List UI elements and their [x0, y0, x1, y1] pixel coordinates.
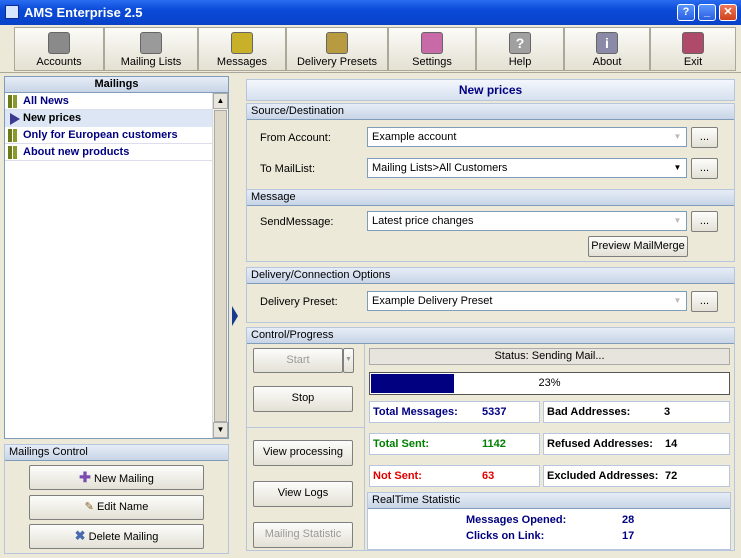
scroll-up-icon[interactable]: ▲: [213, 93, 228, 109]
excluded-addresses-stat: Excluded Addresses: 72: [543, 465, 730, 487]
close-button[interactable]: ✕: [719, 4, 737, 21]
scroll-down-icon[interactable]: ▼: [213, 422, 228, 438]
edit-name-button[interactable]: ✎ Edit Name: [29, 495, 204, 520]
toolbar-exit-button[interactable]: Exit: [650, 27, 736, 71]
mailing-lists-icon: [140, 32, 162, 54]
bad-addresses-stat: Bad Addresses: 3: [543, 401, 730, 423]
mailings-control-title: Mailings Control: [5, 445, 228, 461]
realtime-statistic-panel: RealTime Statistic Messages Opened: 28 C…: [367, 492, 731, 550]
progress-percent: 23%: [538, 377, 561, 389]
toolbar-delivery-presets-button[interactable]: Delivery Presets: [286, 27, 388, 71]
delivery-preset-select[interactable]: Example Delivery Preset ▼: [367, 291, 687, 311]
delete-icon: ✖: [74, 528, 86, 543]
toolbar-messages-button[interactable]: Messages: [198, 27, 286, 71]
toolbar-mailing-lists-button[interactable]: Mailing Lists: [104, 27, 198, 71]
help-window-button[interactable]: ?: [677, 4, 695, 21]
delivery-title: Delivery/Connection Options: [247, 268, 734, 284]
total-sent-stat: Total Sent: 1142: [369, 433, 540, 455]
chevron-down-icon[interactable]: ▼: [669, 128, 686, 146]
chevron-down-icon[interactable]: ▼: [669, 212, 686, 230]
plus-icon: ✚: [79, 469, 91, 485]
message-title: Message: [247, 190, 734, 206]
toolbar: Accounts Mailing Lists Messages Delivery…: [0, 25, 741, 73]
view-logs-button[interactable]: View Logs: [253, 481, 353, 507]
mailing-icon: [8, 95, 12, 108]
start-dropdown-icon[interactable]: ▼: [343, 348, 354, 373]
source-destination-group: Source/Destination From Account: Example…: [246, 103, 735, 192]
control-progress-group: Control/Progress Start ▼ Stop View proce…: [246, 327, 735, 551]
send-message-label: SendMessage:: [260, 216, 334, 228]
preview-mailmerge-button[interactable]: Preview MailMerge: [588, 236, 688, 257]
mailings-control-panel: Mailings Control ✚ New Mailing ✎ Edit Na…: [4, 444, 229, 554]
scrollbar-thumb[interactable]: [214, 110, 227, 422]
control-progress-title: Control/Progress: [247, 328, 734, 344]
mailing-icon: [8, 146, 12, 159]
send-message-browse-button[interactable]: ...: [691, 211, 718, 232]
to-maillist-select[interactable]: Mailing Lists>All Customers ▼: [367, 158, 687, 178]
splitter-arrow-icon[interactable]: [232, 306, 238, 326]
splitter[interactable]: [230, 76, 242, 554]
messages-icon: [231, 32, 253, 54]
clicks-on-link-value: 17: [622, 530, 635, 542]
exit-icon: [682, 32, 704, 54]
mailings-title: Mailings: [5, 77, 228, 93]
mailing-statistic-button[interactable]: Mailing Statistic: [253, 522, 353, 548]
delivery-preset-browse-button[interactable]: ...: [691, 291, 718, 312]
toolbar-about-button[interactable]: i About: [564, 27, 650, 71]
message-group: Message SendMessage: Latest price change…: [246, 189, 735, 262]
minimize-button[interactable]: _: [698, 4, 716, 21]
to-maillist-browse-button[interactable]: ...: [691, 158, 718, 179]
accounts-icon: [48, 32, 70, 54]
help-icon: ?: [509, 32, 531, 54]
from-account-select[interactable]: Example account ▼: [367, 127, 687, 147]
selected-arrow-icon: [10, 113, 20, 125]
settings-icon: [421, 32, 443, 54]
realtime-statistic-title: RealTime Statistic: [368, 493, 730, 509]
mailings-panel: Mailings All News New prices Only for Eu…: [4, 76, 229, 439]
messages-opened-label: Messages Opened:: [466, 514, 567, 526]
mailing-item[interactable]: About new products: [5, 144, 212, 161]
progress-bar: 23%: [369, 372, 730, 395]
new-mailing-button[interactable]: ✚ New Mailing: [29, 465, 204, 490]
chevron-down-icon[interactable]: ▼: [669, 292, 686, 310]
send-message-select[interactable]: Latest price changes ▼: [367, 211, 687, 231]
mailing-item[interactable]: Only for European customers: [5, 127, 212, 144]
delivery-presets-icon: [326, 32, 348, 54]
edit-icon: ✎: [84, 501, 94, 513]
title-bar: AMS Enterprise 2.5 ? _ ✕: [0, 0, 741, 25]
from-account-browse-button[interactable]: ...: [691, 127, 718, 148]
toolbar-help-button[interactable]: ? Help: [476, 27, 564, 71]
source-destination-title: Source/Destination: [247, 104, 734, 120]
page-title: New prices: [246, 79, 735, 101]
delivery-preset-label: Delivery Preset:: [260, 296, 338, 308]
mailing-item[interactable]: All News: [5, 93, 212, 110]
mailing-icon: [8, 129, 12, 142]
view-processing-button[interactable]: View processing: [253, 440, 353, 466]
to-maillist-label: To MailList:: [260, 163, 316, 175]
about-icon: i: [596, 32, 618, 54]
not-sent-stat: Not Sent: 63: [369, 465, 540, 487]
window-title: AMS Enterprise 2.5: [24, 5, 143, 20]
app-icon: [5, 5, 19, 19]
toolbar-accounts-button[interactable]: Accounts: [14, 27, 104, 71]
mailings-scrollbar[interactable]: ▲ ▼: [212, 93, 228, 438]
clicks-on-link-label: Clicks on Link:: [466, 530, 545, 542]
stop-button[interactable]: Stop: [253, 386, 353, 412]
main-area: New prices Source/Destination From Accou…: [245, 76, 737, 554]
delete-mailing-button[interactable]: ✖ Delete Mailing: [29, 524, 204, 549]
refused-addresses-stat: Refused Addresses: 14: [543, 433, 730, 455]
total-messages-stat: Total Messages: 5337: [369, 401, 540, 423]
messages-opened-value: 28: [622, 514, 635, 526]
mailing-item-selected[interactable]: New prices: [5, 110, 212, 127]
delivery-group: Delivery/Connection Options Delivery Pre…: [246, 267, 735, 323]
status-text: Status: Sending Mail...: [369, 348, 730, 365]
from-account-label: From Account:: [260, 132, 331, 144]
toolbar-settings-button[interactable]: Settings: [388, 27, 476, 71]
start-button[interactable]: Start: [253, 348, 343, 373]
chevron-down-icon[interactable]: ▼: [669, 159, 686, 177]
